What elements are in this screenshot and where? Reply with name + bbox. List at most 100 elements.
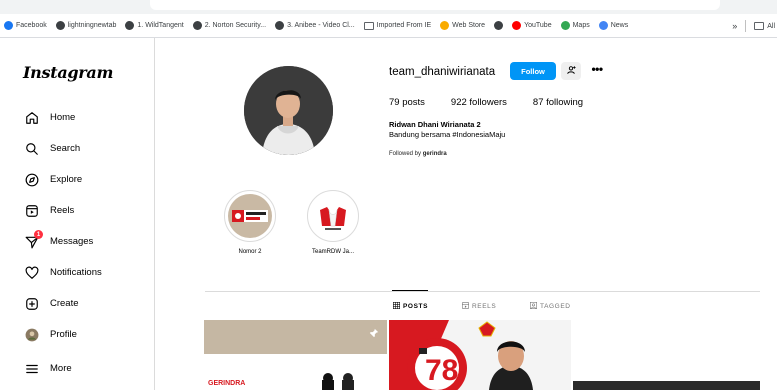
- sidebar-item-home[interactable]: Home: [24, 110, 75, 125]
- bookmark-item[interactable]: Maps: [560, 21, 590, 30]
- sidebar-item-label: Search: [50, 143, 81, 154]
- sidebar-item-profile[interactable]: Profile: [24, 327, 77, 342]
- bookmark-item[interactable]: lightningnewtab: [55, 21, 117, 30]
- bookmark-item[interactable]: 3. Anibee - Video Cl...: [275, 21, 355, 30]
- bookmarks-overflow-button[interactable]: »: [732, 21, 737, 31]
- highlight-label: TeamRDW Ja...: [311, 249, 354, 255]
- bookmark-label: 1. WildTangent: [137, 22, 184, 29]
- globe-icon: [494, 21, 504, 30]
- profile-avatar[interactable]: [244, 66, 333, 155]
- profile-full-name: Ridwan Dhani Wirianata 2: [389, 120, 481, 129]
- bookmark-label: Facebook: [16, 22, 47, 29]
- bookmark-label: News: [610, 22, 629, 29]
- bookmark-label: Web Store: [452, 22, 486, 29]
- tab-posts[interactable]: POSTS: [393, 302, 428, 311]
- post-thumbnail[interactable]: GERINDRA: [204, 320, 387, 390]
- add-person-icon: [566, 65, 576, 77]
- profile-username: team_dhaniwirianata: [389, 66, 496, 78]
- sidebar-item-search[interactable]: Search: [24, 141, 80, 156]
- sidebar-item-reels[interactable]: Reels: [24, 203, 74, 218]
- hamburger-icon: [24, 361, 39, 376]
- messenger-icon: 1: [24, 230, 43, 249]
- highlight-cover: [311, 194, 355, 238]
- active-tab-indicator: [392, 290, 428, 291]
- bookmark-label: 2. Norton Security...: [204, 22, 267, 29]
- webstore-icon: [440, 21, 450, 30]
- folder-icon: [363, 21, 374, 30]
- highlight-label: Nomor 2: [238, 249, 262, 255]
- sidebar-item-label: Messages: [50, 236, 94, 247]
- bookmark-item[interactable]: Facebook: [4, 21, 47, 30]
- story-highlight[interactable]: TeamRDW Ja...: [304, 190, 362, 255]
- more-horizontal-icon: •••: [591, 62, 603, 76]
- bookmark-item[interactable]: 2. Norton Security...: [192, 21, 267, 30]
- profile-options-button[interactable]: •••: [588, 62, 606, 80]
- post-thumbnail[interactable]: 78: [389, 320, 571, 390]
- bookmark-item[interactable]: Web Store: [440, 21, 485, 30]
- bookmark-label: Maps: [572, 22, 590, 29]
- bookmark-label: 3. Anibee - Video Cl...: [287, 22, 355, 29]
- browser-tab-strip: [0, 0, 777, 14]
- following-count[interactable]: 87 following: [533, 97, 583, 108]
- sidebar-item-more[interactable]: More: [24, 361, 72, 376]
- bookmark-item[interactable]: 1. WildTangent: [125, 21, 184, 30]
- search-icon: [24, 141, 39, 156]
- tabs-divider: [205, 291, 760, 292]
- sidebar-item-label: Notifications: [50, 267, 102, 278]
- youtube-icon: [512, 21, 522, 30]
- bookmark-item[interactable]: Imported From IE: [363, 21, 432, 30]
- sidebar-item-explore[interactable]: Explore: [24, 172, 82, 187]
- bookmark-item[interactable]: News: [598, 21, 629, 30]
- sidebar-item-label: Create: [50, 298, 79, 309]
- reels-icon: [24, 203, 39, 218]
- posts-count: 79 posts: [389, 97, 425, 108]
- profile-stats: 79 posts 922 followers 87 following: [389, 97, 609, 108]
- tagged-icon: [530, 302, 537, 311]
- sidebar-item-label: Profile: [50, 329, 77, 340]
- followed-by[interactable]: Followed by gerindra: [389, 151, 447, 157]
- instagram-logo[interactable]: Instagram: [23, 63, 113, 82]
- sidebar-item-label: Explore: [50, 174, 83, 185]
- globe-icon: [55, 21, 65, 30]
- sidebar: Instagram Home Search Explore Reels 1 Me…: [0, 38, 155, 390]
- bookmark-item[interactable]: YouTube: [512, 21, 552, 30]
- tab-reels[interactable]: REELS: [462, 302, 496, 311]
- bookmarks-bar: Facebook lightningnewtab 1. WildTangent 2. …: [0, 14, 777, 38]
- tab-tagged[interactable]: TAGGED: [530, 302, 571, 311]
- followers-count[interactable]: 922 followers: [451, 97, 507, 108]
- divider: [745, 20, 747, 32]
- sidebar-item-notifications[interactable]: Notifications: [24, 265, 102, 280]
- reels-icon: [462, 302, 469, 311]
- plus-square-icon: [24, 296, 39, 311]
- pinned-icon: [369, 325, 379, 343]
- sidebar-item-label: Reels: [50, 205, 75, 216]
- sidebar-item-messages[interactable]: 1 Messages: [24, 230, 94, 249]
- compass-icon: [24, 172, 39, 187]
- facebook-icon: [4, 21, 13, 30]
- home-icon: [24, 110, 39, 125]
- globe-icon: [192, 21, 202, 30]
- sidebar-item-label: Home: [50, 112, 76, 123]
- follow-button[interactable]: Follow: [510, 62, 556, 80]
- svg-text:78: 78: [425, 354, 458, 387]
- all-bookmarks-button[interactable]: All: [754, 22, 775, 30]
- profile-bio: Bandung bersama #IndonesiaMaju: [389, 130, 506, 139]
- folder-icon: [754, 22, 765, 30]
- avatar-icon: [24, 327, 39, 342]
- heart-icon: [24, 265, 39, 280]
- messages-badge: 1: [34, 230, 43, 239]
- news-icon: [598, 21, 608, 30]
- bookmark-item[interactable]: [494, 21, 504, 30]
- bookmark-label: lightningnewtab: [67, 22, 117, 29]
- maps-icon: [560, 21, 570, 30]
- sidebar-item-create[interactable]: Create: [24, 296, 79, 311]
- sidebar-item-label: More: [50, 363, 72, 374]
- grid-icon: [393, 302, 400, 311]
- globe-icon: [275, 21, 285, 30]
- story-highlight[interactable]: Nomor 2: [221, 190, 279, 255]
- post-thumbnail[interactable]: [573, 320, 760, 390]
- globe-icon: [125, 21, 135, 30]
- bookmark-label: Imported From IE: [376, 22, 432, 29]
- suggested-accounts-button[interactable]: [561, 62, 581, 80]
- post-caption: GERINDRA: [208, 380, 246, 387]
